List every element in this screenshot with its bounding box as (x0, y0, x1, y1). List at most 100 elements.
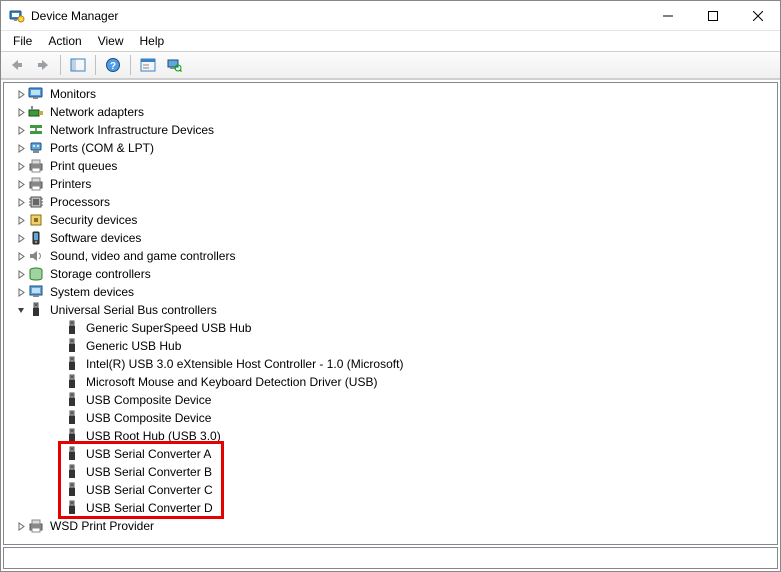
tree-category-network-adapters[interactable]: Network adapters (4, 103, 777, 121)
tree-category-label: Print queues (48, 159, 119, 173)
menu-help[interactable]: Help (132, 32, 173, 50)
show-hide-tree-button[interactable] (66, 54, 90, 76)
tree-device-label: USB Serial Converter C (84, 483, 215, 497)
printer-icon (28, 158, 44, 174)
chevron-right-icon[interactable] (14, 267, 28, 281)
tree-category-usb-controllers[interactable]: Universal Serial Bus controllers (4, 301, 777, 319)
content-area: Monitors Network adapters Network Infrastr… (1, 79, 780, 547)
chevron-right-icon[interactable] (14, 519, 28, 533)
tree-category-processors[interactable]: Processors (4, 193, 777, 211)
device-manager-icon (9, 8, 25, 24)
tree-category-label: Network adapters (48, 105, 146, 119)
minimize-button[interactable] (645, 1, 690, 30)
tree-category-label: Storage controllers (48, 267, 153, 281)
scan-hardware-button[interactable] (162, 54, 186, 76)
tree-category-storage-controllers[interactable]: Storage controllers (4, 265, 777, 283)
chevron-right-icon[interactable] (14, 105, 28, 119)
window-title: Device Manager (31, 9, 645, 23)
tree-device-label: USB Composite Device (84, 411, 213, 425)
tree-device[interactable]: USB Composite Device (4, 391, 777, 409)
chevron-right-icon[interactable] (14, 159, 28, 173)
tree-device[interactable]: Intel(R) USB 3.0 eXtensible Host Control… (4, 355, 777, 373)
usb-icon (64, 356, 80, 372)
tree-device-label: USB Serial Converter D (84, 501, 215, 515)
chevron-right-icon[interactable] (14, 213, 28, 227)
usb-icon (64, 374, 80, 390)
chevron-right-icon[interactable] (14, 123, 28, 137)
usb-icon (64, 482, 80, 498)
tree-device[interactable]: USB Serial Converter B (4, 463, 777, 481)
chevron-right-icon[interactable] (14, 231, 28, 245)
toolbar: ? (1, 51, 780, 79)
tree-category-sound[interactable]: Sound, video and game controllers (4, 247, 777, 265)
usb-icon (28, 302, 44, 318)
close-button[interactable] (735, 1, 780, 30)
tree-device-label: USB Root Hub (USB 3.0) (84, 429, 223, 443)
tree-device-label: USB Serial Converter A (84, 447, 213, 461)
menubar: File Action View Help (1, 31, 780, 51)
tree-category-security-devices[interactable]: Security devices (4, 211, 777, 229)
svg-text:?: ? (110, 61, 116, 72)
window-controls (645, 1, 780, 30)
usb-icon (64, 428, 80, 444)
tree-device[interactable]: USB Serial Converter D (4, 499, 777, 517)
usb-icon (64, 320, 80, 336)
chevron-right-icon[interactable] (14, 177, 28, 191)
forward-button[interactable] (31, 54, 55, 76)
properties-button[interactable] (136, 54, 160, 76)
tree-device[interactable]: Generic USB Hub (4, 337, 777, 355)
tree-category-printers[interactable]: Printers (4, 175, 777, 193)
tree-device[interactable]: USB Composite Device (4, 409, 777, 427)
tree-category-label: System devices (48, 285, 136, 299)
tree-device[interactable]: Generic SuperSpeed USB Hub (4, 319, 777, 337)
menu-file[interactable]: File (5, 32, 40, 50)
cpu-icon (28, 194, 44, 210)
device-tree[interactable]: Monitors Network adapters Network Infrastr… (3, 82, 778, 545)
tree-category-wsd-print[interactable]: WSD Print Provider (4, 517, 777, 535)
usb-icon (64, 500, 80, 516)
tree-device-label: USB Composite Device (84, 393, 213, 407)
port-icon (28, 140, 44, 156)
printer-icon (28, 176, 44, 192)
tree-device-label: Microsoft Mouse and Keyboard Detection D… (84, 375, 379, 389)
chevron-right-icon[interactable] (14, 195, 28, 209)
tree-category-label: Monitors (48, 87, 98, 101)
tree-category-software-devices[interactable]: Software devices (4, 229, 777, 247)
storage-icon (28, 266, 44, 282)
tree-device[interactable]: USB Serial Converter C (4, 481, 777, 499)
tree-category-label: Security devices (48, 213, 139, 227)
tree-device[interactable]: USB Root Hub (USB 3.0) (4, 427, 777, 445)
menu-view[interactable]: View (90, 32, 132, 50)
chevron-right-icon[interactable] (14, 87, 28, 101)
tree-category-ports[interactable]: Ports (COM & LPT) (4, 139, 777, 157)
network-icon (28, 104, 44, 120)
help-button[interactable]: ? (101, 54, 125, 76)
system-icon (28, 284, 44, 300)
usb-icon (64, 446, 80, 462)
status-bar (3, 547, 778, 569)
tree-category-label: WSD Print Provider (48, 519, 156, 533)
chevron-right-icon[interactable] (14, 285, 28, 299)
usb-icon (64, 410, 80, 426)
sound-icon (28, 248, 44, 264)
tree-category-label: Software devices (48, 231, 143, 245)
titlebar: Device Manager (1, 1, 780, 31)
chevron-down-icon[interactable] (14, 303, 28, 317)
menu-action[interactable]: Action (40, 32, 89, 50)
tree-device-label: Intel(R) USB 3.0 eXtensible Host Control… (84, 357, 405, 371)
tree-category-system-devices[interactable]: System devices (4, 283, 777, 301)
tree-device[interactable]: USB Serial Converter A (4, 445, 777, 463)
back-button[interactable] (5, 54, 29, 76)
chevron-right-icon[interactable] (14, 249, 28, 263)
tree-category-label: Sound, video and game controllers (48, 249, 237, 263)
tree-category-monitors[interactable]: Monitors (4, 85, 777, 103)
tree-device[interactable]: Microsoft Mouse and Keyboard Detection D… (4, 373, 777, 391)
tree-device-label: Generic SuperSpeed USB Hub (84, 321, 253, 335)
printer-icon (28, 518, 44, 534)
tree-category-label: Network Infrastructure Devices (48, 123, 216, 137)
tree-device-label: Generic USB Hub (84, 339, 183, 353)
tree-category-print-queues[interactable]: Print queues (4, 157, 777, 175)
maximize-button[interactable] (690, 1, 735, 30)
tree-category-network-infra[interactable]: Network Infrastructure Devices (4, 121, 777, 139)
chevron-right-icon[interactable] (14, 141, 28, 155)
